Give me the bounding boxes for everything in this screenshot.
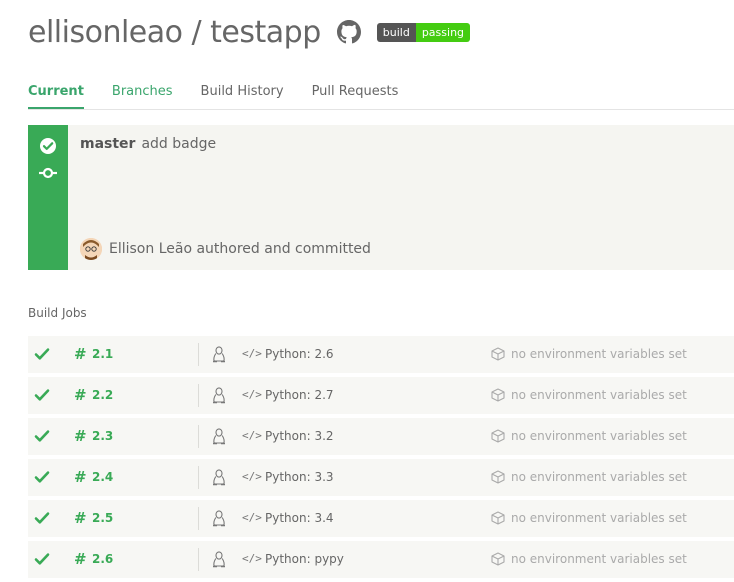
build-status-badge[interactable]: build passing	[376, 22, 471, 42]
job-env-vars: no environment variables set	[511, 511, 687, 525]
hash-icon: #	[74, 509, 87, 527]
build-job-row[interactable]: # 2.3 </> Python: 3.2 no environment var…	[28, 418, 734, 455]
linux-icon	[212, 510, 226, 527]
job-number[interactable]: 2.6	[92, 552, 113, 566]
build-job-row[interactable]: # 2.4 </> Python: 3.3 no environment var…	[28, 459, 734, 496]
tab-pull-requests[interactable]: Pull Requests	[312, 84, 399, 109]
hash-icon: #	[74, 550, 87, 568]
job-env-vars: no environment variables set	[511, 388, 687, 402]
linux-icon	[212, 428, 226, 445]
row-divider	[198, 425, 199, 448]
job-number[interactable]: 2.4	[92, 470, 113, 484]
check-icon	[34, 346, 50, 362]
build-job-row[interactable]: # 2.1 </> Python: 2.6 no environment var…	[28, 336, 734, 373]
avatar	[80, 238, 102, 260]
code-icon: </>	[242, 511, 262, 524]
build-status-stripe	[28, 125, 68, 270]
row-divider	[198, 466, 199, 489]
job-language: Python: 3.3	[265, 470, 334, 484]
build-jobs-heading: Build Jobs	[28, 306, 87, 320]
row-divider	[198, 384, 199, 407]
check-icon	[34, 469, 50, 485]
current-build-card: master add badge Ellison Leão authored an…	[28, 125, 734, 270]
job-number[interactable]: 2.3	[92, 429, 113, 443]
commit-summary: master add badge	[80, 136, 216, 152]
tab-branches[interactable]: Branches	[112, 84, 173, 109]
row-divider	[198, 548, 199, 571]
badge-label: build	[376, 22, 416, 42]
hash-icon: #	[74, 468, 87, 486]
job-language: Python: 3.2	[265, 429, 334, 443]
build-job-row[interactable]: # 2.2 </> Python: 2.7 no environment var…	[28, 377, 734, 414]
hash-icon: #	[74, 427, 87, 445]
commit-icon	[38, 163, 58, 183]
job-env-vars: no environment variables set	[511, 347, 687, 361]
build-job-row[interactable]: # 2.5 </> Python: 3.4 no environment var…	[28, 500, 734, 537]
job-number[interactable]: 2.5	[92, 511, 113, 525]
hash-icon: #	[74, 386, 87, 404]
box-icon	[491, 552, 505, 566]
box-icon	[491, 511, 505, 525]
box-icon	[491, 347, 505, 361]
author-text: Ellison Leão authored and committed	[109, 241, 371, 257]
linux-icon	[212, 387, 226, 404]
tab-build-history[interactable]: Build History	[201, 84, 284, 109]
box-icon	[491, 429, 505, 443]
box-icon	[491, 388, 505, 402]
job-number[interactable]: 2.2	[92, 388, 113, 402]
linux-icon	[212, 551, 226, 568]
code-icon: </>	[242, 470, 262, 483]
code-icon: </>	[242, 347, 262, 360]
badge-status: passing	[415, 22, 471, 42]
code-icon: </>	[242, 552, 262, 565]
code-icon: </>	[242, 388, 262, 401]
linux-icon	[212, 346, 226, 363]
check-circle-icon	[38, 136, 58, 156]
job-env-vars: no environment variables set	[511, 552, 687, 566]
repo-title[interactable]: ellisonleao / testapp	[28, 15, 321, 50]
linux-icon	[212, 469, 226, 486]
tab-bar: Current Branches Build History Pull Requ…	[28, 84, 734, 110]
check-icon	[34, 428, 50, 444]
code-icon: </>	[242, 429, 262, 442]
job-language: Python: 2.6	[265, 347, 334, 361]
build-job-row[interactable]: # 2.6 </> Python: pypy no environment va…	[28, 541, 734, 578]
check-icon	[34, 510, 50, 526]
check-icon	[34, 387, 50, 403]
row-divider	[198, 507, 199, 530]
job-language: Python: pypy	[265, 552, 344, 566]
branch-name[interactable]: master	[80, 136, 135, 152]
job-number[interactable]: 2.1	[92, 347, 113, 361]
page-header: ellisonleao / testapp build passing	[28, 10, 471, 54]
job-env-vars: no environment variables set	[511, 429, 687, 443]
hash-icon: #	[74, 345, 87, 363]
tab-current[interactable]: Current	[28, 84, 84, 109]
check-icon	[34, 551, 50, 567]
row-divider	[198, 343, 199, 366]
commit-author: Ellison Leão authored and committed	[80, 238, 371, 260]
job-language: Python: 2.7	[265, 388, 334, 402]
box-icon	[491, 470, 505, 484]
job-env-vars: no environment variables set	[511, 470, 687, 484]
commit-message[interactable]: add badge	[141, 136, 216, 152]
job-language: Python: 3.4	[265, 511, 334, 525]
github-icon[interactable]	[336, 20, 361, 44]
build-jobs-list: # 2.1 </> Python: 2.6 no environment var…	[28, 336, 734, 582]
